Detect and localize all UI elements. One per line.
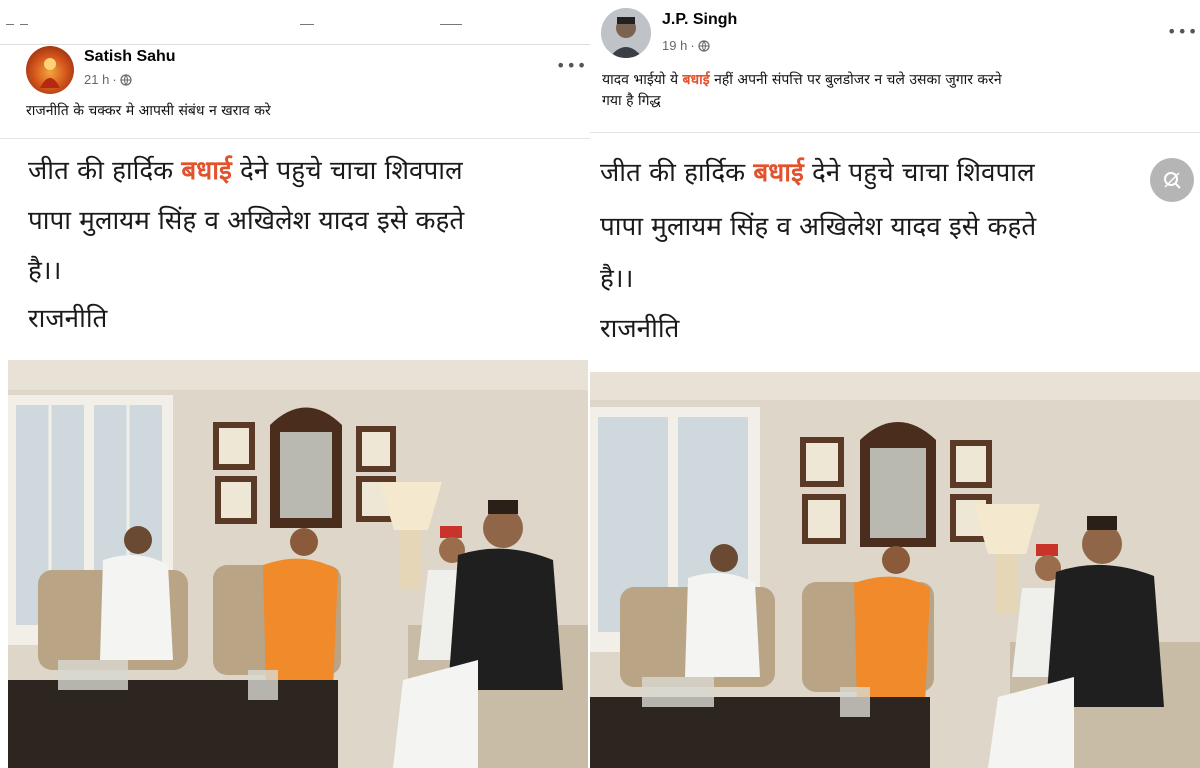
post-time[interactable]: 19 h [662,38,687,53]
image-text-card[interactable]: जीत की हार्दिक बधाई देने पहुचे चाचा शिवप… [8,144,588,356]
more-options-icon[interactable]: ••• [1167,22,1198,41]
more-options-icon[interactable]: ••• [556,56,587,75]
post-time[interactable]: 21 h [84,72,109,87]
top-strip [0,0,590,44]
author-name[interactable]: J.P. Singh [662,11,737,29]
post-meta: 21 h · [84,72,132,87]
avatar[interactable] [601,8,651,58]
caption-line2: गया है गिद्ध [602,93,661,109]
image-text-line1: जीत की हार्दिक बधाई देने पहुचे चाचा शिवप… [600,158,1035,188]
avatar[interactable] [26,46,74,94]
divider [0,138,590,139]
divider [20,24,28,25]
divider [440,24,462,25]
divider [6,24,14,25]
divider [300,24,314,25]
globe-icon [698,39,710,52]
divider [590,132,1200,133]
zoom-icon[interactable] [1150,158,1194,202]
author-name[interactable]: Satish Sahu [84,48,176,66]
divider [0,44,590,45]
globe-icon [120,73,132,86]
post-caption: यादव भाईयो ये बधाई नहीं अपनी संपत्ति पर … [602,70,1002,112]
left-post: Satish Sahu 21 h · ••• राजनीति के चक्कर … [0,0,590,768]
image-text-line3: है।। [28,256,62,286]
image-text-line2: पापा मुलायम सिंह व अखिलेश यादव इसे कहते [28,206,465,236]
caption-line1: यादव भाईयो ये बधाई नहीं अपनी संपत्ति पर … [602,72,1002,88]
right-post: J.P. Singh 19 h · ••• यादव भाईयो ये बधाई… [590,0,1200,768]
image-text-card[interactable]: जीत की हार्दिक बधाई देने पहुचे चाचा शिवप… [590,136,1200,368]
image-text-line4: राजनीति [28,304,108,334]
image-text-line3: है।। [600,264,634,294]
image-text-line1: जीत की हार्दिक बधाई देने पहुचे चाचा शिवप… [28,156,463,186]
post-meta: 19 h · [662,38,710,53]
image-text-line4: राजनीति [600,314,680,344]
post-photo[interactable] [8,360,588,768]
post-photo[interactable] [590,372,1200,768]
post-caption: राजनीति के चक्कर मे आपसी संबंध न खराव कर… [26,103,271,119]
image-text-line2: पापा मुलायम सिंह व अखिलेश यादव इसे कहते [600,212,1037,242]
